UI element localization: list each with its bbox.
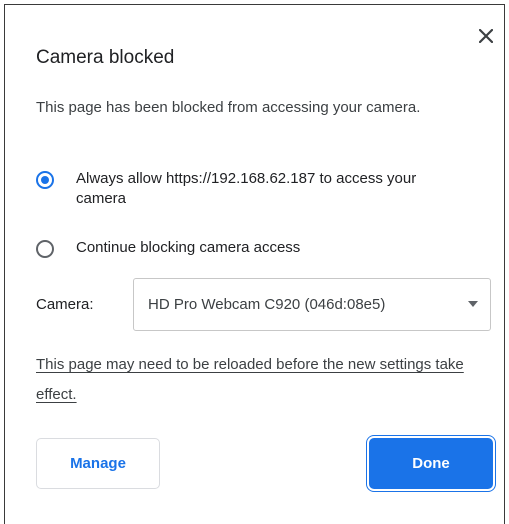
radio-continue-blocking[interactable]: Continue blocking camera access xyxy=(36,238,466,258)
camera-select[interactable]: HD Pro Webcam C920 (046d:08e5) xyxy=(133,278,491,331)
radio-button-checked[interactable] xyxy=(36,171,54,189)
permission-dialog: Camera blocked This page has been blocke… xyxy=(4,4,505,524)
chevron-down-icon xyxy=(468,301,478,307)
close-button[interactable] xyxy=(475,25,497,47)
radio-always-allow-label: Always allow https://192.168.62.187 to a… xyxy=(76,170,417,207)
manage-button[interactable]: Manage xyxy=(36,438,160,489)
radio-continue-blocking-label: Continue blocking camera access xyxy=(76,239,301,256)
camera-label: Camera: xyxy=(36,296,94,313)
close-icon xyxy=(479,29,493,43)
dialog-description: This page has been blocked from accessin… xyxy=(36,99,421,116)
radio-always-allow[interactable]: Always allow https://192.168.62.187 to a… xyxy=(36,169,466,209)
reload-notice-link[interactable]: This page may need to be reloaded before… xyxy=(36,350,476,410)
camera-select-value: HD Pro Webcam C920 (046d:08e5) xyxy=(148,296,386,313)
dialog-title: Camera blocked xyxy=(36,47,175,68)
radio-button-unchecked[interactable] xyxy=(36,240,54,258)
done-button[interactable]: Done xyxy=(369,438,493,489)
